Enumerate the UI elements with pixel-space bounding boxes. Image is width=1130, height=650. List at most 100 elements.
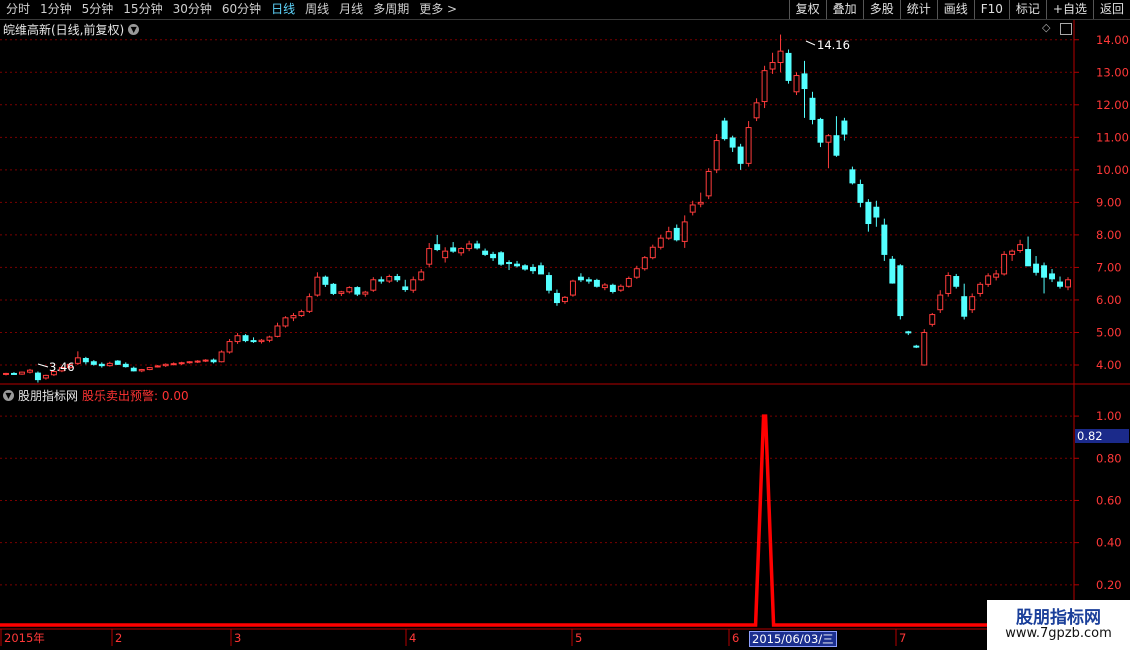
date-label: 7 bbox=[899, 631, 906, 645]
candle-body bbox=[482, 250, 489, 255]
candle-body bbox=[170, 363, 177, 366]
candle-body bbox=[242, 335, 249, 342]
stock-title[interactable]: 皖维高新(日线,前复权) bbox=[3, 21, 124, 38]
candle bbox=[274, 322, 281, 338]
candle-body bbox=[673, 227, 680, 241]
candle bbox=[482, 248, 489, 257]
diamond-icon[interactable]: ◇ bbox=[1042, 22, 1052, 33]
candle-body bbox=[577, 276, 584, 281]
candle bbox=[226, 338, 233, 354]
candle bbox=[34, 371, 41, 383]
candle-body bbox=[258, 339, 265, 343]
candle-body bbox=[266, 336, 273, 341]
candle-body bbox=[522, 265, 528, 270]
indicator-title[interactable]: 股朋指标网 bbox=[18, 387, 78, 404]
candle-body bbox=[801, 73, 808, 90]
y-tick-label: 1.00 bbox=[1096, 409, 1122, 423]
candle-body bbox=[346, 287, 353, 293]
candle bbox=[857, 179, 864, 208]
candle-body bbox=[402, 286, 409, 291]
candle-body bbox=[785, 52, 792, 81]
candle bbox=[1009, 249, 1016, 261]
candle-body bbox=[3, 372, 9, 375]
candle bbox=[905, 330, 912, 336]
candle-body bbox=[825, 135, 832, 143]
candle-body bbox=[354, 287, 361, 295]
candle-body bbox=[98, 363, 105, 367]
candle-body bbox=[282, 317, 289, 327]
date-label: 3 bbox=[234, 631, 241, 645]
candle-body bbox=[1001, 253, 1008, 275]
candle bbox=[737, 143, 744, 170]
low-label: 3.46 bbox=[49, 360, 75, 374]
candle bbox=[106, 361, 113, 367]
high-marker: 14.16 bbox=[805, 38, 850, 52]
candle-body bbox=[106, 362, 113, 367]
price-panel-header: 皖维高新(日线,前复权) ▼ bbox=[3, 21, 140, 38]
chart-canvas[interactable]: 4.00 5.00 6.00 7.00 8.00 9.00 10.00 11.00 12.00 1… bbox=[0, 0, 1130, 650]
candle bbox=[186, 361, 193, 364]
candle-body bbox=[458, 248, 465, 254]
candle-body bbox=[705, 170, 712, 197]
candle-body bbox=[753, 102, 760, 119]
candle-body bbox=[945, 275, 952, 294]
candle bbox=[362, 290, 369, 297]
candle-body bbox=[74, 357, 81, 364]
candle-body bbox=[633, 268, 640, 278]
candle-body bbox=[202, 359, 209, 362]
candle bbox=[242, 334, 249, 343]
candle-body bbox=[761, 70, 768, 103]
price-axis: 4.00 5.00 6.00 7.00 8.00 9.00 10.00 11.00 12.00 1… bbox=[1074, 33, 1129, 372]
candle-body bbox=[929, 314, 936, 325]
candle bbox=[785, 49, 792, 84]
low-marker: 3.46 bbox=[37, 360, 75, 374]
panel-toggle-icon[interactable] bbox=[1060, 23, 1072, 35]
candle bbox=[793, 72, 800, 96]
y-tick-label: 10.00 bbox=[1096, 163, 1129, 177]
y-tick-label: 7.00 bbox=[1096, 260, 1122, 274]
candle bbox=[601, 283, 608, 291]
candle bbox=[585, 277, 592, 284]
candle bbox=[641, 256, 648, 271]
candle-body bbox=[11, 372, 17, 375]
candle-body bbox=[881, 224, 888, 255]
candle bbox=[937, 290, 944, 313]
candle-body bbox=[218, 351, 225, 363]
candle-body bbox=[713, 140, 720, 171]
candle-body bbox=[777, 50, 784, 64]
candle-body bbox=[865, 201, 872, 225]
candle-body bbox=[442, 250, 449, 259]
candle bbox=[26, 368, 33, 374]
candle bbox=[546, 272, 552, 294]
candle-body bbox=[418, 271, 425, 281]
candle-body bbox=[146, 367, 153, 371]
chevron-down-icon[interactable]: ▼ bbox=[3, 389, 14, 401]
candle-body bbox=[138, 369, 145, 372]
candle-body bbox=[34, 372, 41, 381]
chevron-down-icon[interactable]: ▼ bbox=[128, 23, 140, 35]
candle bbox=[490, 251, 497, 261]
candle bbox=[170, 362, 177, 366]
candle bbox=[114, 360, 121, 365]
candle bbox=[178, 361, 185, 365]
candle bbox=[474, 240, 481, 250]
y-tick-label: 0.80 bbox=[1096, 451, 1122, 465]
y-tick-label: 13.00 bbox=[1096, 65, 1129, 79]
candle-body bbox=[154, 365, 161, 368]
candle bbox=[1065, 277, 1071, 291]
candle bbox=[338, 290, 345, 297]
candle bbox=[569, 279, 576, 297]
y-tick-label: 11.00 bbox=[1096, 130, 1129, 144]
candle-body bbox=[114, 360, 121, 365]
candle bbox=[577, 273, 584, 283]
candle bbox=[945, 272, 952, 297]
candle-body bbox=[18, 371, 25, 375]
candle-body bbox=[553, 292, 560, 304]
high-label: 14.16 bbox=[817, 38, 850, 52]
candle-body bbox=[649, 246, 656, 259]
candle bbox=[761, 65, 768, 109]
candle bbox=[713, 134, 720, 174]
candle bbox=[210, 358, 217, 364]
watermark-title: 股朋指标网 bbox=[1016, 608, 1101, 628]
candle bbox=[561, 296, 568, 304]
